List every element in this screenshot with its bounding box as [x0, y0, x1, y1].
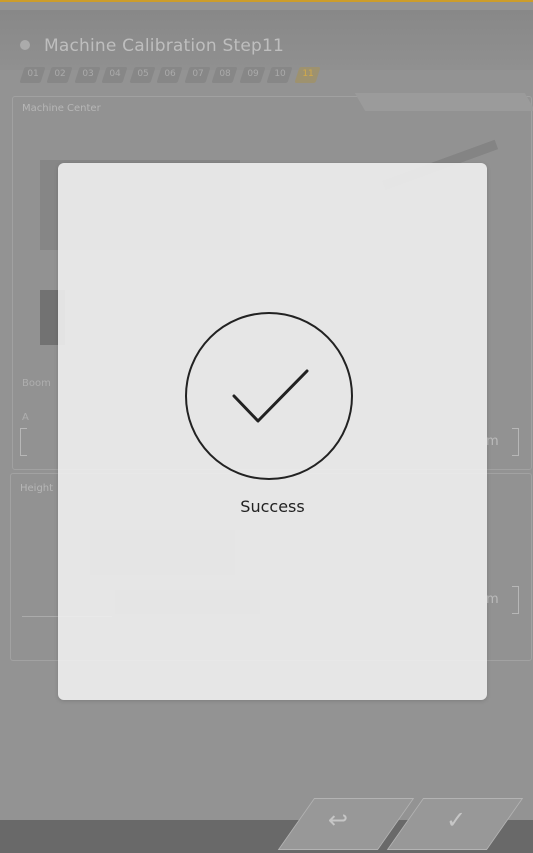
success-dialog: Success — [58, 163, 487, 700]
success-check-icon — [185, 312, 353, 480]
success-message: Success — [240, 497, 305, 516]
